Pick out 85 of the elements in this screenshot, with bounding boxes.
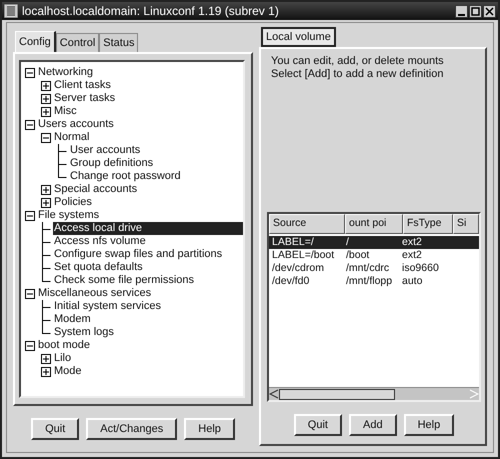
column-header[interactable]: FsType (403, 214, 453, 234)
tab[interactable]: Local volume (261, 27, 336, 47)
tree-item[interactable]: Initial system services (53, 300, 164, 313)
tree-item[interactable]: Client tasks (53, 79, 114, 92)
dialog-button[interactable]: Quit (31, 418, 80, 440)
tree-connector (57, 144, 67, 157)
scroll-left-icon[interactable] (269, 389, 279, 399)
tree-item[interactable]: boot mode (37, 339, 93, 352)
dialog-button[interactable]: Help (404, 414, 454, 436)
tree-item[interactable]: Check some file permissions (53, 274, 197, 287)
table-row[interactable]: /dev/fd0 /mnt/flopp auto (269, 275, 479, 288)
table-cell-text: /mnt/cdrc (345, 262, 390, 275)
tree-connector (41, 261, 51, 274)
column-header[interactable]: Si (453, 214, 479, 234)
expand-icon[interactable] (41, 80, 51, 90)
minimize-icon[interactable] (455, 4, 468, 18)
table-row[interactable]: LABEL=/boot /boot ext2 (269, 249, 479, 262)
info-text: Select [Add] to add a new definition (271, 68, 444, 81)
tree-item[interactable]: Policies (53, 196, 95, 209)
column-header[interactable]: ount poi (345, 214, 403, 234)
expand-icon[interactable] (41, 106, 51, 116)
tree-item[interactable]: Misc (53, 105, 80, 118)
expand-icon[interactable] (41, 366, 51, 376)
tree-item[interactable]: User accounts (69, 144, 144, 157)
tree-connector (41, 222, 51, 235)
tree-item[interactable]: Special accounts (53, 183, 140, 196)
tree-item[interactable]: File systems (37, 209, 102, 222)
info-text: You can edit, add, or delete mounts (271, 55, 445, 68)
collapse-icon[interactable] (25, 340, 35, 350)
tab[interactable]: Control (56, 33, 100, 52)
table-row[interactable]: LABEL=/ / ext2 (269, 236, 479, 249)
collapse-icon[interactable] (25, 120, 35, 130)
dialog-button[interactable]: Help (184, 418, 235, 440)
column-header[interactable]: Source (269, 214, 345, 234)
tree-item[interactable]: Normal (53, 131, 92, 144)
expand-icon[interactable] (41, 354, 51, 364)
tree-item[interactable]: System logs (53, 326, 117, 339)
collapse-icon[interactable] (41, 132, 51, 142)
horizontal-scrollbar[interactable] (269, 387, 479, 400)
dialog-button[interactable]: Act/Changes (86, 418, 178, 440)
tree-item[interactable]: Mode (53, 365, 85, 378)
window-title: localhost.localdomain: Linuxconf 1.19 (subrev 1) (22, 4, 280, 18)
tree-connector (41, 235, 51, 248)
collapse-icon[interactable] (25, 68, 35, 78)
tree-item[interactable]: Change root password (69, 170, 184, 183)
expand-icon[interactable] (41, 198, 51, 208)
collapse-icon[interactable] (25, 210, 35, 220)
scroll-thumb[interactable] (279, 389, 395, 400)
table-cell-text: iso9660 (401, 262, 440, 275)
tree-item[interactable]: Access nfs volume (53, 235, 149, 248)
table-cell-text: / (345, 236, 350, 249)
collapse-icon[interactable] (25, 288, 35, 298)
tab[interactable]: Config (15, 31, 56, 52)
expand-icon[interactable] (41, 94, 51, 104)
tree-item[interactable]: Lilo (53, 352, 74, 365)
menu-icon[interactable] (4, 4, 18, 18)
dialog-button[interactable]: Add (348, 414, 397, 436)
table-cell-text: /mnt/flopp (345, 275, 394, 288)
table-cell-text: auto (401, 275, 424, 288)
close-icon[interactable] (483, 4, 496, 18)
tree-item[interactable]: Users accounts (37, 118, 117, 131)
table-cell-text: ext2 (401, 249, 423, 262)
table-cell-text: LABEL=/ (271, 236, 315, 249)
tree-item[interactable]: Set quota defaults (53, 261, 146, 274)
tree-item[interactable]: Modem (53, 313, 94, 326)
tree-item[interactable]: Group definitions (69, 157, 156, 170)
tree-connector (41, 313, 51, 326)
tree-item[interactable]: Configure swap files and partitions (53, 248, 226, 261)
table-row[interactable]: /dev/cdrom /mnt/cdrc iso9660 (269, 262, 479, 275)
dialog-button[interactable]: Quit (294, 414, 342, 436)
tree-item[interactable]: Server tasks (53, 92, 118, 105)
tree-item[interactable]: Networking (37, 66, 96, 79)
table-cell-text: ext2 (401, 236, 423, 249)
table-cell-text: LABEL=/boot (271, 249, 336, 262)
tree-connector (41, 248, 51, 261)
tree-item[interactable]: Access local drive (53, 222, 243, 235)
table-cell-text: /boot (345, 249, 370, 262)
tree-connector (41, 300, 51, 313)
tree-item[interactable]: Miscellaneous services (37, 287, 154, 300)
expand-icon[interactable] (41, 184, 51, 194)
tab[interactable]: Status (99, 33, 138, 52)
table-cell-text: /dev/cdrom (271, 262, 325, 275)
maximize-icon[interactable] (469, 4, 482, 18)
tree-connector (57, 157, 67, 170)
table-cell-text: /dev/fd0 (271, 275, 310, 288)
